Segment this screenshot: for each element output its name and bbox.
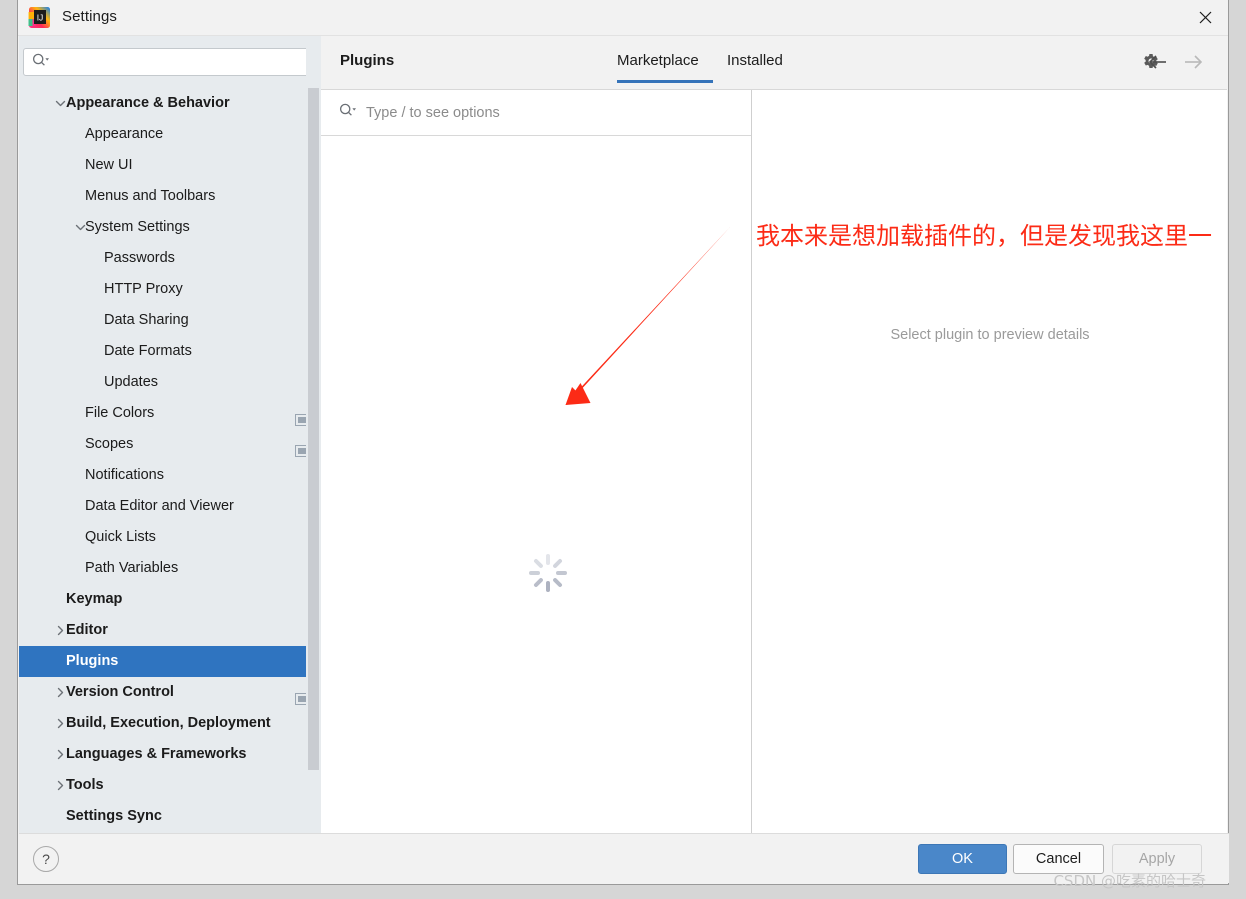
sidebar-item-editor[interactable]: Editor — [19, 615, 321, 646]
chevron-down-icon[interactable] — [65, 212, 95, 243]
sidebar-item-menus-and-toolbars[interactable]: Menus and Toolbars — [19, 181, 321, 212]
chevron-right-icon[interactable] — [45, 770, 75, 801]
intellij-idea-logo-icon: IJ — [28, 6, 51, 29]
settings-window: IJ Settings Appearance & Behavior Appear… — [17, 0, 1229, 885]
dialog-footer: ? OK Cancel Apply — [19, 833, 1229, 883]
sidebar-scrollbar-thumb[interactable] — [308, 88, 319, 770]
sidebar-item-date-formats[interactable]: Date Formats — [19, 336, 321, 367]
chevron-right-icon[interactable] — [45, 739, 75, 770]
chevron-right-icon[interactable] — [45, 677, 75, 708]
page-title: Plugins — [340, 52, 395, 69]
loading-spinner-icon — [527, 552, 569, 594]
tab-marketplace[interactable]: Marketplace — [617, 52, 699, 69]
sidebar-item-appearance-behavior[interactable]: Appearance & Behavior — [19, 88, 321, 119]
sidebar-item-keymap[interactable]: Keymap — [19, 584, 321, 615]
sidebar-item-data-sharing[interactable]: Data Sharing — [19, 305, 321, 336]
sidebar-item-build-execution-deployment[interactable]: Build, Execution, Deployment — [19, 708, 321, 739]
chevron-right-icon[interactable] — [45, 615, 75, 646]
sidebar-item-label: Notifications — [85, 467, 164, 483]
sidebar-item-label: Languages & Frameworks — [66, 746, 247, 762]
sidebar-item-label: New UI — [85, 157, 133, 173]
sidebar-item-system-settings[interactable]: System Settings — [19, 212, 321, 243]
sidebar-item-passwords[interactable]: Passwords — [19, 243, 321, 274]
sidebar-item-label: HTTP Proxy — [104, 281, 183, 297]
search-icon — [339, 103, 357, 122]
plugin-search-placeholder: Type / to see options — [366, 104, 500, 121]
sidebar-item-label: Version Control — [66, 684, 174, 700]
sidebar-item-label: Path Variables — [85, 560, 179, 576]
sidebar-item-notifications[interactable]: Notifications — [19, 460, 321, 491]
sidebar-item-label: Data Sharing — [104, 312, 189, 328]
navigation-arrows — [1147, 52, 1209, 72]
screenshot-root: IJ Settings Appearance & Behavior Appear… — [0, 0, 1246, 899]
close-button[interactable] — [1182, 0, 1228, 35]
ok-button[interactable]: OK — [918, 844, 1007, 874]
sidebar-item-label: Appearance & Behavior — [66, 95, 230, 111]
active-tab-underline — [617, 80, 713, 83]
sidebar-item-label: Keymap — [66, 591, 123, 607]
sidebar-item-languages-frameworks[interactable]: Languages & Frameworks — [19, 739, 321, 770]
settings-sidebar: Appearance & Behavior Appearance New UI Men… — [19, 36, 321, 834]
sidebar-search[interactable] — [23, 48, 311, 76]
sidebar-item-label: Scopes — [85, 436, 134, 452]
arrow-right-icon — [1182, 52, 1204, 77]
sidebar-item-label: Menus and Toolbars — [85, 188, 216, 204]
sidebar-item-label: System Settings — [85, 219, 190, 235]
title-bar: IJ Settings — [18, 0, 1228, 36]
search-icon — [32, 53, 50, 72]
sidebar-item-http-proxy[interactable]: HTTP Proxy — [19, 274, 321, 305]
sidebar-item-label: Build, Execution, Deployment — [66, 715, 271, 731]
sidebar-item-label: Data Editor and Viewer — [85, 498, 234, 514]
sidebar-item-label: Plugins — [66, 653, 119, 669]
sidebar-item-updates[interactable]: Updates — [19, 367, 321, 398]
sidebar-item-file-colors[interactable]: File Colors — [19, 398, 321, 429]
detail-placeholder-text: Select plugin to preview details — [890, 327, 1090, 343]
sidebar-item-appearance[interactable]: Appearance — [19, 119, 321, 150]
cancel-button[interactable]: Cancel — [1013, 844, 1104, 874]
sidebar-item-new-ui[interactable]: New UI — [19, 150, 321, 181]
arrow-left-icon[interactable] — [1147, 52, 1169, 77]
sidebar-item-label: Quick Lists — [85, 529, 156, 545]
close-icon — [1199, 11, 1211, 24]
sidebar-item-tools[interactable]: Tools — [19, 770, 321, 801]
sidebar-item-version-control[interactable]: Version Control — [19, 677, 321, 708]
sidebar-item-scopes[interactable]: Scopes — [19, 429, 321, 460]
tab-installed[interactable]: Installed — [727, 52, 783, 69]
chevron-down-icon[interactable] — [45, 88, 75, 119]
sidebar-item-label: File Colors — [85, 405, 155, 421]
svg-text:IJ: IJ — [37, 13, 44, 23]
window-title: Settings — [62, 8, 117, 25]
apply-button: Apply — [1112, 844, 1202, 874]
settings-tree: Appearance & Behavior Appearance New UI Men… — [19, 88, 321, 832]
sidebar-scrollbar-track[interactable] — [306, 36, 321, 834]
plugin-detail-pane: Select plugin to preview details — [753, 90, 1227, 834]
plugin-search-field[interactable]: Type / to see options — [321, 90, 751, 136]
plugins-panel: Plugins Marketplace Installed Type / to … — [321, 36, 1227, 834]
plugin-list-pane: Type / to see options — [321, 90, 752, 834]
sidebar-item-settings-sync[interactable]: Settings Sync — [19, 801, 321, 832]
plugins-header: Plugins Marketplace Installed — [321, 36, 1227, 89]
sidebar-search-input[interactable] — [50, 48, 310, 76]
sidebar-item-data-editor-and-viewer[interactable]: Data Editor and Viewer — [19, 491, 321, 522]
sidebar-item-path-variables[interactable]: Path Variables — [19, 553, 321, 584]
plugins-body: Type / to see options Select plugin to p… — [321, 89, 1227, 834]
chevron-right-icon[interactable] — [45, 708, 75, 739]
sidebar-item-label: Date Formats — [104, 343, 192, 359]
sidebar-item-plugins[interactable]: Plugins — [19, 646, 321, 677]
sidebar-item-label: Settings Sync — [66, 808, 162, 824]
sidebar-item-label: Appearance — [85, 126, 164, 142]
sidebar-item-label: Passwords — [104, 250, 175, 266]
sidebar-item-label: Updates — [104, 374, 159, 390]
help-button[interactable]: ? — [33, 846, 59, 872]
sidebar-item-quick-lists[interactable]: Quick Lists — [19, 522, 321, 553]
